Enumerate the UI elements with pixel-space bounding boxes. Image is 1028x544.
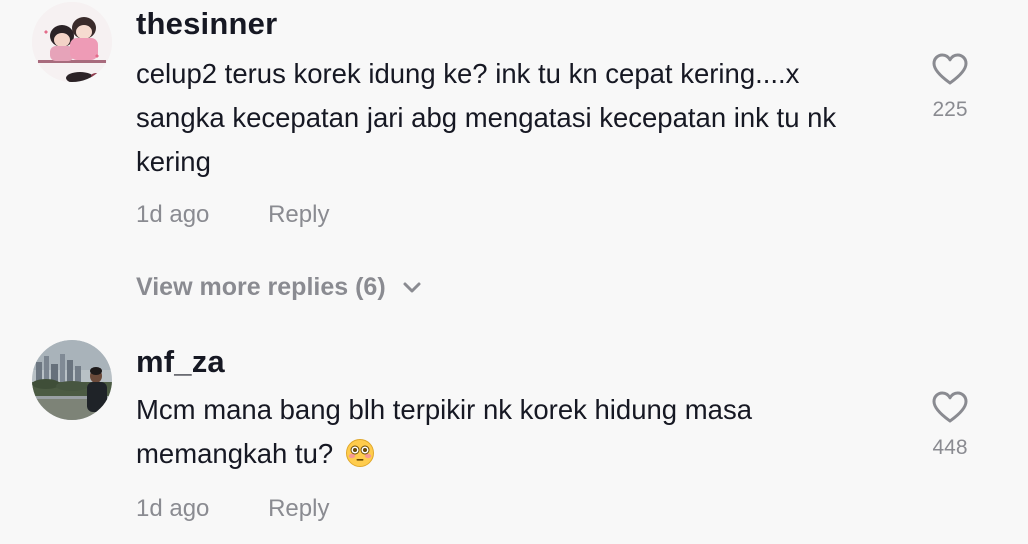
comment-username[interactable]: mf_za [136, 344, 225, 380]
reply-button[interactable]: Reply [268, 495, 329, 522]
comment-text-content: Mcm mana bang blh terpikir nk korek hidu… [136, 394, 752, 469]
like-count: 448 [932, 436, 968, 459]
comment-meta: 1d ago Reply [136, 200, 329, 230]
comment-time: 1d ago [136, 201, 210, 228]
comment-time: 1d ago [136, 495, 210, 522]
avatar-image [32, 340, 112, 420]
comment-text: Mcm mana bang blh terpikir nk korek hidu… [136, 388, 876, 476]
like-count: 225 [932, 98, 968, 121]
comment-text: celup2 terus korek idung ke? ink tu kn c… [136, 58, 837, 177]
comment-username[interactable]: thesinner [136, 6, 277, 42]
comment-meta: 1d ago Reply [136, 494, 329, 524]
comment-item: mf_za Mcm mana bang blh terpikir nk kore… [0, 336, 1028, 544]
reply-button[interactable]: Reply [268, 201, 329, 228]
flushed-face-emoji [345, 439, 374, 467]
chevron-down-icon [403, 282, 421, 293]
view-more-replies-button[interactable]: View more replies (6) [136, 272, 422, 302]
avatar-image [32, 2, 112, 82]
view-more-replies-label: View more replies (6) [136, 273, 386, 301]
like-button[interactable]: 225 [918, 52, 982, 122]
avatar[interactable] [32, 2, 112, 82]
comment-item: thesinner celup2 terus korek idung ke? i… [0, 0, 1028, 250]
heart-outline-icon[interactable] [931, 52, 969, 86]
like-button[interactable]: 448 [918, 390, 982, 460]
avatar[interactable] [32, 340, 112, 420]
heart-outline-icon[interactable] [931, 390, 969, 424]
